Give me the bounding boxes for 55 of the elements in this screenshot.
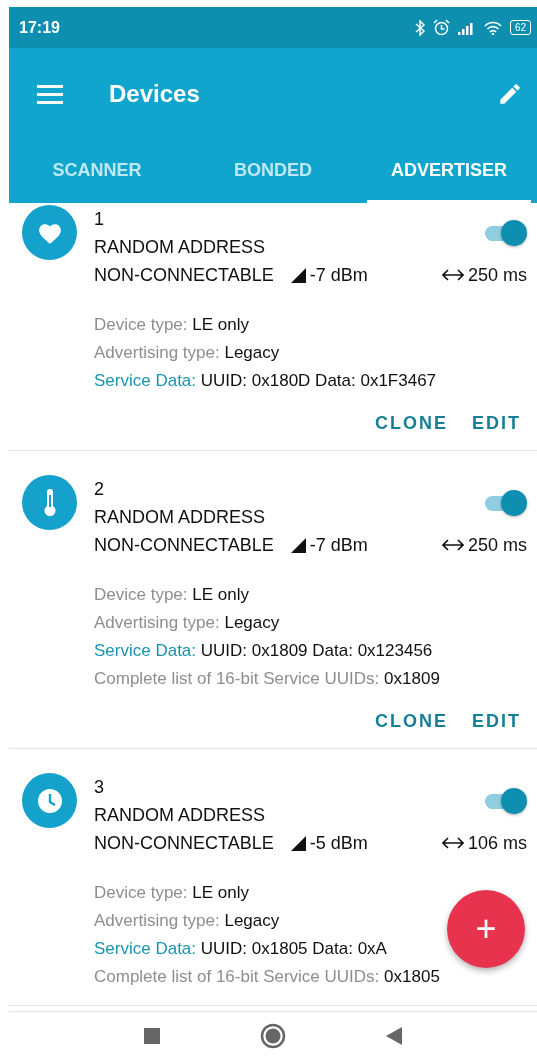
interval: 250 ms bbox=[467, 534, 527, 557]
alarm-icon bbox=[432, 19, 450, 36]
device-number: 1 bbox=[94, 208, 105, 231]
status-time: 17:19 bbox=[19, 18, 60, 37]
action-button[interactable]: CLONE bbox=[369, 409, 454, 438]
home-icon[interactable] bbox=[260, 1022, 286, 1049]
tab[interactable]: ADVERTISER bbox=[367, 140, 531, 203]
toggle-switch[interactable] bbox=[483, 220, 527, 246]
signal-strength-icon bbox=[289, 267, 306, 283]
signal-strength-icon bbox=[289, 537, 306, 553]
detail-line: Service Data: UUID: 0x180D Data: 0x1F3467 bbox=[94, 370, 437, 392]
double-arrow-icon bbox=[441, 268, 464, 282]
detail-line: Device type: LE only bbox=[94, 314, 249, 336]
thermometer-icon bbox=[42, 488, 57, 517]
connectable-mode: NON-CONNECTABLE bbox=[94, 264, 274, 287]
toggle-switch[interactable] bbox=[483, 788, 527, 814]
connectable-mode: NON-CONNECTABLE bbox=[94, 534, 274, 557]
recents-icon[interactable] bbox=[144, 1027, 160, 1044]
address-type: RANDOM ADDRESS bbox=[94, 236, 266, 259]
address-type: RANDOM ADDRESS bbox=[94, 506, 266, 529]
connectable-mode: NON-CONNECTABLE bbox=[94, 832, 274, 855]
double-arrow-icon bbox=[441, 836, 464, 850]
device-number: 3 bbox=[94, 776, 105, 799]
device-number: 2 bbox=[94, 478, 105, 501]
tx-power: -7 dBm bbox=[309, 534, 368, 557]
detail-line: Service Data: UUID: 0x1809 Data: 0x123456 bbox=[94, 640, 433, 662]
battery-level: 62 bbox=[509, 20, 531, 35]
menu-icon[interactable] bbox=[37, 84, 63, 104]
interval: 250 ms bbox=[467, 264, 527, 287]
action-button[interactable]: CLONE bbox=[369, 707, 454, 736]
detail-line: Advertising type: Legacy bbox=[94, 910, 280, 932]
detail-line: Complete list of 16-bit Service UUIDs: 0x1809 bbox=[94, 668, 440, 690]
detail-line: Complete list of 16-bit Service UUIDs: 0x1805 bbox=[94, 966, 440, 988]
signal-strength-icon bbox=[289, 835, 306, 851]
add-button[interactable]: + bbox=[447, 890, 525, 968]
detail-line: Service Data: UUID: 0x1805 Data: 0xA bbox=[94, 938, 387, 960]
action-button[interactable]: EDIT bbox=[466, 707, 527, 736]
toolbar-title: Devices bbox=[109, 80, 200, 108]
detail-line: Device type: LE only bbox=[94, 882, 249, 904]
tx-power: -7 dBm bbox=[309, 264, 368, 287]
tx-power: -5 dBm bbox=[309, 832, 368, 855]
double-arrow-icon bbox=[441, 538, 464, 552]
signal-icon bbox=[457, 20, 476, 35]
detail-line: Advertising type: Legacy bbox=[94, 342, 280, 364]
address-type: RANDOM ADDRESS bbox=[94, 804, 266, 827]
clock-icon bbox=[36, 787, 63, 814]
bluetooth-icon bbox=[414, 19, 425, 36]
action-button[interactable]: EDIT bbox=[466, 409, 527, 438]
wifi-icon bbox=[483, 20, 502, 35]
back-icon[interactable] bbox=[386, 1026, 402, 1045]
detail-line: Device type: LE only bbox=[94, 584, 249, 606]
interval: 106 ms bbox=[467, 832, 527, 855]
pencil-icon[interactable] bbox=[497, 81, 523, 107]
toggle-switch[interactable] bbox=[483, 490, 527, 516]
detail-line: Advertising type: Legacy bbox=[94, 612, 280, 634]
